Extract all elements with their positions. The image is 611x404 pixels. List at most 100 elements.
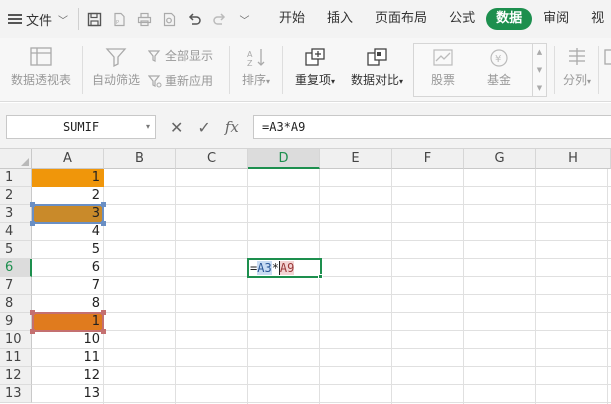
split-column-icon: [569, 48, 585, 65]
tab-home[interactable]: 开始: [268, 8, 316, 30]
data-compare-button[interactable]: 数据对比▾: [346, 46, 408, 88]
row-header-2[interactable]: 2: [0, 187, 32, 205]
cancel-icon[interactable]: ✕: [170, 118, 183, 137]
column-header-c[interactable]: C: [176, 149, 248, 169]
cell-a5[interactable]: 5: [32, 241, 104, 259]
chevron-down-icon[interactable]: ▾: [146, 116, 150, 138]
duplicates-label: 重复项: [294, 73, 331, 87]
column-header-d[interactable]: D: [248, 149, 320, 169]
cell-a6[interactable]: 6: [32, 259, 104, 277]
tab-view[interactable]: 视: [580, 8, 604, 30]
row-header-13[interactable]: 13: [0, 385, 32, 403]
row-header-10[interactable]: 10: [0, 331, 32, 349]
export-pdf-icon[interactable]: P: [112, 12, 127, 27]
tab-page-layout[interactable]: 页面布局: [364, 8, 438, 30]
fund-label: 基金: [486, 73, 511, 87]
reference-handle[interactable]: [30, 329, 35, 334]
split-column-button[interactable]: 分列▾: [560, 46, 594, 88]
menu-icon: [8, 14, 22, 24]
gallery-scroll[interactable]: ▲ ▼ ▼: [532, 43, 546, 97]
print-preview-icon[interactable]: [162, 12, 177, 27]
cell-a13[interactable]: 13: [32, 385, 104, 403]
save-icon[interactable]: [87, 12, 102, 27]
cell-a4[interactable]: 4: [32, 223, 104, 241]
row-header-6[interactable]: 6: [0, 259, 32, 277]
print-icon[interactable]: [137, 12, 152, 27]
select-all-corner[interactable]: [0, 149, 32, 169]
row-header-9[interactable]: 9: [0, 313, 32, 331]
column-header-b[interactable]: B: [104, 149, 176, 169]
file-menu[interactable]: 文件 ﹀: [0, 0, 68, 38]
pivot-table-button[interactable]: 数据透视表: [8, 46, 74, 88]
sort-icon: AZ: [247, 49, 265, 68]
reference-handle[interactable]: [30, 202, 35, 207]
undo-icon[interactable]: [187, 12, 202, 27]
row-header-7[interactable]: 7: [0, 277, 32, 295]
column-header-h[interactable]: H: [536, 149, 611, 169]
show-all-button[interactable]: 全部显示: [148, 47, 213, 64]
reapply-button[interactable]: 重新应用: [148, 72, 213, 89]
row-header-1[interactable]: 1: [0, 169, 32, 187]
column-header-g[interactable]: G: [464, 149, 536, 169]
column-header-a[interactable]: A: [32, 149, 104, 169]
chevron-down-icon: ﹀: [58, 15, 69, 27]
sort-button[interactable]: AZ 排序▾: [236, 46, 276, 88]
ribbon-divider: [282, 46, 283, 94]
row-header-4[interactable]: 4: [0, 223, 32, 241]
customize-toolbar-icon[interactable]: ﹀: [237, 12, 252, 27]
cell-a10[interactable]: 10: [32, 331, 104, 349]
active-cell-d6[interactable]: =A3*A9: [247, 258, 322, 278]
show-all-icon: [148, 49, 161, 62]
reference-handle[interactable]: [30, 221, 35, 226]
cell-area[interactable]: 1 2 3 4 5 6 7 8 1 10 11 12 13 =A3*A9: [30, 169, 611, 404]
chevron-down-icon: ▾: [331, 77, 336, 86]
expand-icon[interactable]: ▼: [537, 84, 542, 92]
data-compare-icon: [367, 48, 387, 66]
insert-function-icon[interactable]: fx: [225, 118, 239, 136]
cell-a7[interactable]: 7: [32, 277, 104, 295]
column-header-f[interactable]: F: [392, 149, 464, 169]
reference-handle[interactable]: [101, 202, 106, 207]
tab-insert[interactable]: 插入: [316, 8, 364, 30]
ribbon-overflow-item[interactable]: [603, 46, 611, 71]
autofilter-button[interactable]: 自动筛选: [90, 46, 142, 88]
cell-a8[interactable]: 8: [32, 295, 104, 313]
chevron-down-icon: ▾: [266, 77, 271, 86]
duplicates-button[interactable]: 重复项▾: [288, 46, 342, 88]
ribbon-panel: 数据透视表 自动筛选 全部显示 重新应用 AZ 排序▾ 重复项▾ 数据对比▾ 股…: [0, 38, 611, 102]
tab-review[interactable]: 审阅: [532, 8, 580, 30]
formula-reference-a3[interactable]: A3: [257, 261, 272, 275]
cell-a3[interactable]: 3: [32, 205, 104, 223]
show-all-label: 全部显示: [165, 49, 214, 63]
formula-reference-a9[interactable]: A9: [278, 261, 295, 275]
column-header-e[interactable]: E: [320, 149, 392, 169]
name-box[interactable]: SUMIF ▾: [6, 115, 156, 139]
row-header-3[interactable]: 3: [0, 205, 32, 223]
tab-formulas[interactable]: 公式: [438, 8, 486, 30]
chevron-up-icon[interactable]: ▲: [537, 48, 542, 56]
formula-operator: *: [271, 261, 279, 275]
cell-a1[interactable]: 1: [32, 169, 104, 187]
row-header-8[interactable]: 8: [0, 295, 32, 313]
row-header-11[interactable]: 11: [0, 349, 32, 367]
chevron-down-icon[interactable]: ▼: [537, 66, 542, 74]
cell-a9[interactable]: 1: [32, 313, 104, 331]
tab-data[interactable]: 数据: [486, 8, 533, 30]
confirm-icon[interactable]: ✓: [197, 118, 210, 137]
cell-a11[interactable]: 11: [32, 349, 104, 367]
name-box-value: SUMIF: [62, 120, 100, 134]
reference-handle[interactable]: [101, 329, 106, 334]
reference-handle[interactable]: [101, 221, 106, 226]
fill-handle[interactable]: [318, 274, 323, 279]
reference-handle[interactable]: [30, 310, 35, 315]
svg-text:Z: Z: [247, 59, 253, 68]
formula-input[interactable]: =A3*A9: [253, 115, 611, 139]
row-header-5[interactable]: 5: [0, 241, 32, 259]
reference-handle[interactable]: [101, 310, 106, 315]
redo-icon[interactable]: [212, 12, 227, 27]
stock-button[interactable]: 股票: [420, 48, 466, 88]
row-header-12[interactable]: 12: [0, 367, 32, 385]
cell-a2[interactable]: 2: [32, 187, 104, 205]
fund-button[interactable]: ¥ 基金: [476, 48, 522, 88]
cell-a12[interactable]: 12: [32, 367, 104, 385]
